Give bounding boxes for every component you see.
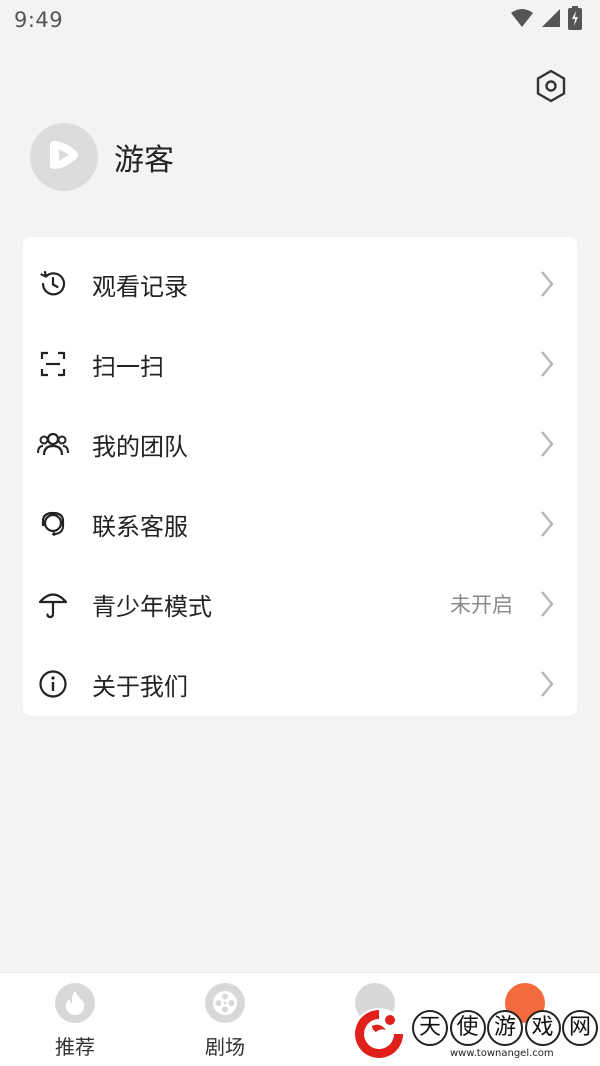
nav-tab-label: 剧场 (205, 1035, 245, 1059)
chevron-right-icon (539, 350, 555, 378)
wifi-icon (510, 8, 534, 32)
watermark-url: www.townangel.com (450, 1048, 554, 1059)
status-bar: 9:49 (0, 0, 600, 40)
watermark-char: 网 (562, 1010, 598, 1046)
username: 游客 (114, 143, 174, 178)
watermark-char: 天 (412, 1010, 448, 1046)
settings-hexagon-icon (534, 69, 568, 107)
menu-item-teen-mode[interactable]: 青少年模式 未开启 (23, 564, 577, 644)
menu-card: 观看记录 扫一扫 我的团队 联系客服 青少年模式 未开启 关于我们 (23, 237, 577, 716)
menu-item-scan[interactable]: 扫一扫 (23, 324, 577, 404)
teen-mode-status: 未开启 (450, 593, 513, 617)
menu-item-about-us[interactable]: 关于我们 (23, 644, 577, 724)
menu-item-customer-service[interactable]: 联系客服 (23, 484, 577, 564)
menu-item-label: 我的团队 (92, 432, 188, 461)
watermark-text: 天 使 游 戏 网 (412, 1008, 598, 1048)
menu-item-label: 青少年模式 (92, 592, 212, 621)
chevron-right-icon (539, 670, 555, 698)
headset-icon (37, 508, 69, 540)
flame-icon (55, 983, 95, 1023)
info-icon (37, 668, 69, 700)
chevron-right-icon (539, 590, 555, 618)
menu-item-label: 观看记录 (92, 272, 188, 301)
townangel-logo-icon (350, 1006, 408, 1066)
nav-tab-recommend[interactable]: 推荐 (15, 973, 135, 1066)
play-logo-icon (44, 135, 84, 179)
umbrella-icon (37, 588, 69, 620)
menu-item-label: 联系客服 (92, 512, 188, 541)
menu-item-label: 扫一扫 (92, 352, 164, 381)
menu-item-watch-history[interactable]: 观看记录 (23, 244, 577, 324)
chevron-right-icon (539, 510, 555, 538)
watermark-char: 游 (487, 1010, 523, 1046)
profile-header[interactable]: 游客 (30, 123, 174, 191)
watermark-char: 使 (449, 1010, 486, 1046)
film-reel-icon (205, 983, 245, 1023)
history-clock-icon (37, 268, 69, 300)
watermark-char: 戏 (524, 1010, 561, 1046)
menu-item-my-team[interactable]: 我的团队 (23, 404, 577, 484)
chevron-right-icon (539, 270, 555, 298)
battery-icon (568, 6, 582, 34)
status-time: 9:49 (14, 8, 64, 32)
nav-tab-label: 推荐 (55, 1035, 95, 1059)
chevron-right-icon (539, 430, 555, 458)
team-icon (37, 428, 69, 460)
cellular-signal-icon (540, 8, 562, 32)
avatar[interactable] (30, 123, 98, 191)
scan-icon (37, 348, 69, 380)
settings-button[interactable] (532, 69, 570, 107)
status-icons (510, 6, 582, 34)
watermark: 天 使 游 戏 网 www.townangel.com (350, 1002, 600, 1066)
menu-item-label: 关于我们 (92, 672, 188, 701)
nav-tab-theater[interactable]: 剧场 (165, 973, 285, 1066)
